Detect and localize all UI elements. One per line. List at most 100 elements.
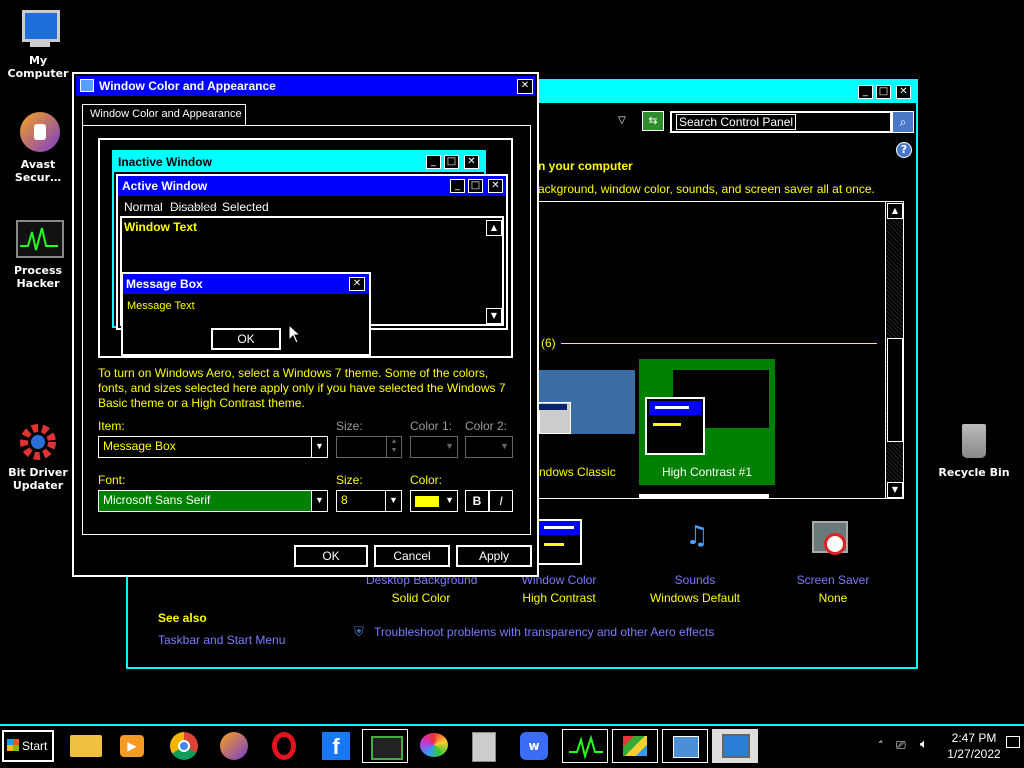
desktop-icon-label: Recycle Bin	[938, 466, 1010, 479]
tab-window-color[interactable]: Window Color and Appearance	[82, 104, 246, 126]
menu-selected: Selected	[222, 200, 269, 214]
network-icon[interactable]	[662, 729, 708, 763]
cancel-button[interactable]: Cancel	[374, 545, 450, 567]
avast-icon	[16, 112, 60, 156]
wondershare-icon[interactable]: w	[512, 729, 558, 763]
font-size-label: Size:	[336, 473, 363, 487]
group-divider	[561, 343, 877, 344]
sounds-icon[interactable]: ♫	[673, 521, 721, 563]
address-dropdown-arrow[interactable]: ▽	[618, 115, 626, 126]
scroll-thumb[interactable]	[887, 338, 903, 442]
message-text: Message Text	[127, 300, 195, 312]
bold-button[interactable]: B	[465, 490, 489, 512]
item-select[interactable]: Message Box ▼	[98, 436, 328, 458]
maximize-button[interactable]: □	[876, 85, 891, 99]
facebook-icon[interactable]: f	[316, 729, 356, 763]
italic-button[interactable]: I	[489, 490, 513, 512]
desktop-icon-recycle-bin[interactable]: Recycle Bin	[936, 420, 1012, 479]
process-hacker-taskbar-icon[interactable]	[562, 729, 608, 763]
item-label: Item:	[98, 419, 125, 433]
screen-saver-title[interactable]: Screen Saver	[778, 573, 888, 587]
file-explorer-icon[interactable]	[66, 729, 106, 763]
process-hacker-icon	[16, 218, 64, 262]
start-button[interactable]: Start	[2, 730, 54, 762]
ok-button[interactable]: OK	[294, 545, 368, 567]
color2-picker[interactable]: ▼	[465, 436, 513, 458]
desktop-icon-my-computer[interactable]: My Computer	[0, 8, 76, 80]
theme-label: ndows Classic	[539, 465, 616, 479]
mouse-cursor	[288, 323, 302, 347]
size-stepper[interactable]: ▲ ▼	[336, 436, 402, 458]
active-close: ✕	[488, 179, 503, 193]
network-tray-icon[interactable]: ⎚	[896, 738, 906, 753]
theme-high-contrast-1[interactable]: High Contrast #1	[639, 359, 775, 485]
dialog-close-button[interactable]: ✕	[517, 79, 533, 94]
screen-saver-value: None	[818, 591, 848, 605]
media-player-icon[interactable]: ▶	[112, 729, 152, 763]
dialog-title: Window Color and Appearance	[99, 79, 276, 93]
preview-scroll-up: ▲	[486, 220, 502, 236]
dialog-app-icon	[80, 79, 94, 92]
desktop-background-value: Solid Color	[391, 591, 451, 605]
display-settings-icon[interactable]	[712, 729, 758, 763]
recycle-bin-icon	[952, 420, 996, 464]
minimize-button[interactable]: _	[858, 85, 873, 99]
font-color-picker[interactable]: ▼	[410, 490, 458, 512]
control-panel-taskbar-icon[interactable]	[612, 729, 658, 763]
scroll-down-arrow[interactable]: ▼	[887, 482, 903, 498]
window-color-icon[interactable]	[536, 519, 582, 565]
themes-list[interactable]: (6) ndows Classic High Contrast #1 ▲ ▼	[538, 201, 904, 499]
theme-windows-classic[interactable]	[539, 370, 635, 434]
font-color-swatch	[415, 496, 439, 507]
theme-label: High Contrast #1	[661, 465, 753, 479]
sounds-title[interactable]: Sounds	[640, 573, 750, 587]
apply-button[interactable]: Apply	[456, 545, 532, 567]
troubleshoot-link[interactable]: Troubleshoot problems with transparency …	[374, 625, 714, 639]
desktop-icon-bit-driver-updater[interactable]: Bit Driver Updater	[0, 420, 76, 492]
tray-expand-icon[interactable]: ˄	[878, 739, 884, 752]
paint-icon[interactable]	[412, 729, 458, 763]
screen-saver-icon[interactable]	[810, 519, 856, 565]
page-subtitle: ackground, window color, sounds, and scr…	[538, 182, 875, 196]
close-button[interactable]: ✕	[896, 85, 911, 99]
font-label: Font:	[98, 473, 126, 487]
chrome-icon[interactable]	[164, 729, 204, 763]
taskbar-start-menu-link[interactable]: Taskbar and Start Menu	[158, 633, 285, 647]
gear-icon	[16, 420, 60, 464]
color1-picker[interactable]: ▼	[410, 436, 458, 458]
scroll-up-arrow[interactable]: ▲	[887, 203, 903, 219]
desktop-icon-avast[interactable]: Avast Secur…	[0, 112, 76, 184]
help-icon[interactable]: ?	[896, 142, 912, 158]
appearance-dialog: Window Color and Appearance ✕ Window Col…	[72, 72, 539, 577]
menu-normal: Normal	[124, 200, 163, 214]
chevron-down-icon: ▼	[445, 441, 454, 451]
clock-time[interactable]: 2:47 PM	[944, 731, 1004, 745]
themes-scrollbar[interactable]: ▲ ▼	[885, 202, 903, 498]
desktop-icon-process-hacker[interactable]: Process Hacker	[0, 218, 76, 290]
font-select[interactable]: Microsoft Sans Serif ▼	[98, 490, 328, 512]
preview-area[interactable]: Inactive Window _ □ ✕ Active Window _ □ …	[98, 138, 513, 358]
opera-icon[interactable]	[264, 729, 304, 763]
tab-label: Window Color and Appearance	[90, 108, 242, 120]
font-size-select[interactable]: 8 ▼	[336, 490, 402, 512]
menu-disabled: Disabled	[170, 200, 217, 214]
window-text: Window Text	[124, 220, 197, 234]
task-manager-icon[interactable]	[362, 729, 408, 763]
active-window-title: Active Window	[122, 179, 208, 193]
clock-date[interactable]: 1/27/2022	[944, 747, 1004, 761]
search-icon[interactable]: ⌕	[892, 111, 914, 133]
action-center-icon[interactable]	[1006, 736, 1020, 748]
chevron-down-icon: ▼	[500, 441, 509, 451]
calculator-icon[interactable]	[460, 729, 506, 763]
chevron-down-icon: ▼	[311, 437, 327, 457]
refresh-button[interactable]: ⇆	[642, 111, 664, 131]
volume-icon[interactable]: 🔈︎	[920, 737, 928, 752]
search-input[interactable]: Search Control Panel	[670, 111, 892, 133]
color1-label: Color 1:	[410, 419, 453, 433]
avast-browser-icon[interactable]	[214, 729, 254, 763]
active-minimize: _	[450, 179, 465, 193]
sounds-value: Windows Default	[649, 591, 741, 605]
font-color-label: Color:	[410, 473, 443, 487]
inactive-window-title: Inactive Window	[118, 155, 212, 169]
inactive-close: ✕	[464, 155, 479, 169]
